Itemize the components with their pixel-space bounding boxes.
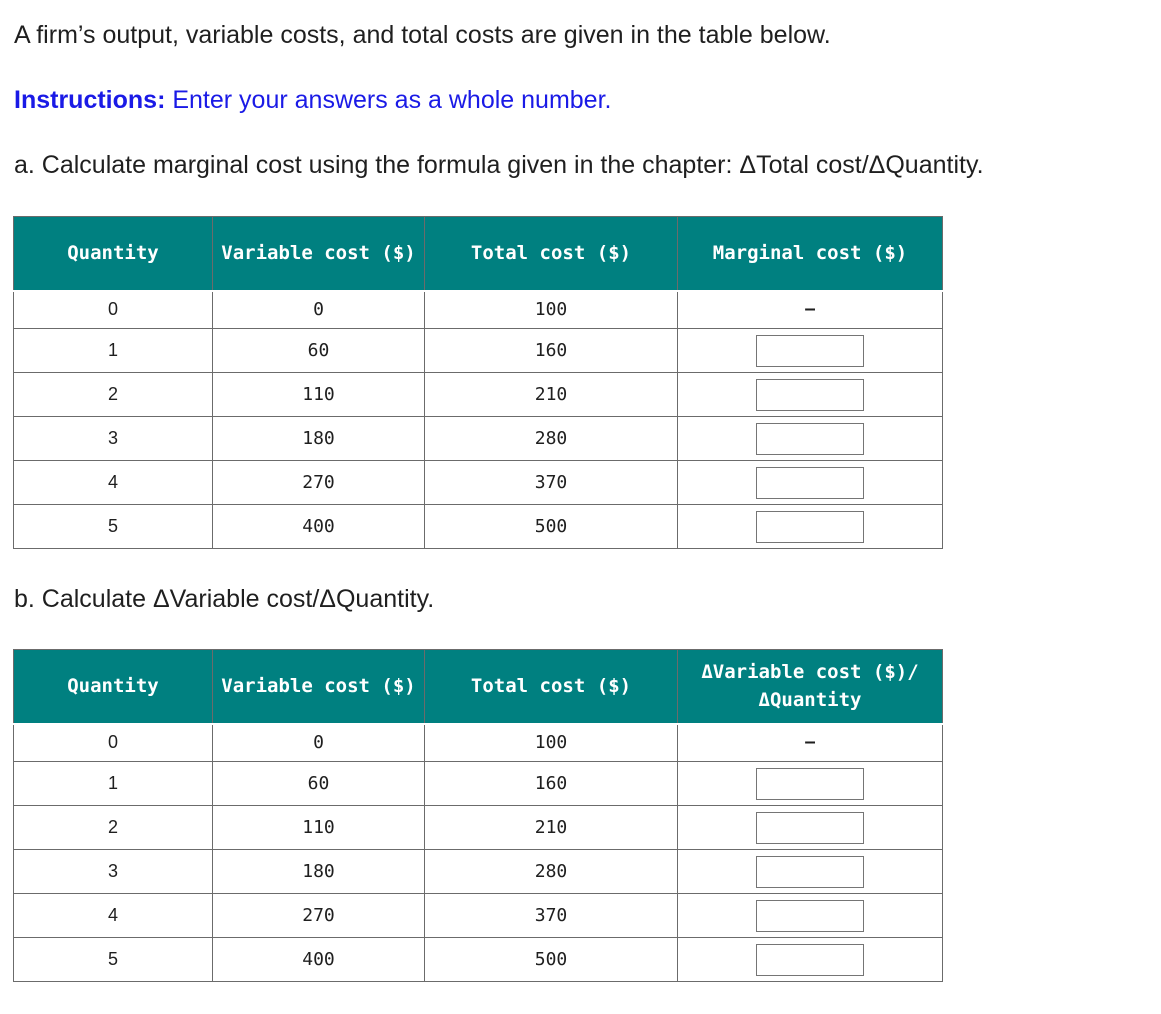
header-total-cost: Total cost ($) [424,649,678,725]
problem-intro: A firm’s output, variable costs, and tot… [14,21,831,49]
part-a-title: a. Calculate marginal cost using the for… [14,151,984,179]
instructions: Instructions: Enter your answers as a wh… [14,83,611,117]
marginal-cost-input-q4[interactable] [756,466,864,499]
quantity-cell: 3 [13,416,213,461]
header-delta-variable-cost: ΔVariable cost ($)/ ΔQuantity [677,649,943,725]
total-cost-cell: 500 [424,504,678,549]
instructions-lead: Instructions: [14,86,166,114]
table-row: 2 110 210 [13,372,943,417]
total-cost-cell: 100 [424,290,678,329]
marginal-cost-input-q2[interactable] [756,378,864,411]
table-row: 3 180 280 [13,849,943,894]
total-cost-cell: 160 [424,761,678,806]
quantity-cell: 1 [13,328,213,373]
table-row: 4 270 370 [13,460,943,505]
table-row: 0 0 100 – [13,290,943,329]
quantity-cell: 0 [13,723,213,762]
not-applicable-dash: – [804,298,816,321]
delta-variable-cost-cell [677,761,943,806]
delta-variable-cost-input-q3[interactable] [756,855,864,888]
variable-cost-cell: 0 [212,290,425,329]
quantity-cell: 5 [13,504,213,549]
marginal-cost-cell [677,328,943,373]
variable-cost-cell: 180 [212,849,425,894]
variable-cost-cell: 60 [212,328,425,373]
quantity-cell: 4 [13,460,213,505]
header-quantity: Quantity [13,216,213,292]
table-row: 1 60 160 [13,328,943,373]
quantity-cell: 0 [13,290,213,329]
total-cost-cell: 370 [424,460,678,505]
variable-cost-cell: 0 [212,723,425,762]
table-row: 3 180 280 [13,416,943,461]
variable-cost-cell: 110 [212,805,425,850]
variable-cost-change-table: Quantity Variable cost ($) Total cost ($… [13,649,943,982]
table-row: 5 400 500 [13,504,943,549]
delta-variable-cost-input-q1[interactable] [756,767,864,800]
header-marginal-cost: Marginal cost ($) [677,216,943,292]
marginal-cost-input-q1[interactable] [756,334,864,367]
total-cost-cell: 160 [424,328,678,373]
variable-cost-cell: 270 [212,460,425,505]
table-header-row: Quantity Variable cost ($) Total cost ($… [13,216,943,292]
delta-variable-cost-cell [677,805,943,850]
marginal-cost-cell [677,416,943,461]
delta-variable-cost-input-q5[interactable] [756,943,864,976]
delta-variable-cost-cell [677,893,943,938]
variable-cost-cell: 400 [212,504,425,549]
header-variable-cost: Variable cost ($) [212,216,425,292]
quantity-cell: 1 [13,761,213,806]
marginal-cost-table: Quantity Variable cost ($) Total cost ($… [13,216,943,549]
marginal-cost-cell [677,504,943,549]
table-row: 0 0 100 – [13,723,943,762]
total-cost-cell: 210 [424,372,678,417]
quantity-cell: 5 [13,937,213,982]
delta-variable-cost-input-q2[interactable] [756,811,864,844]
header-total-cost: Total cost ($) [424,216,678,292]
total-cost-cell: 280 [424,849,678,894]
marginal-cost-input-q3[interactable] [756,422,864,455]
variable-cost-cell: 60 [212,761,425,806]
delta-variable-cost-cell: – [677,723,943,762]
table-row: 1 60 160 [13,761,943,806]
marginal-cost-cell: – [677,290,943,329]
marginal-cost-cell [677,460,943,505]
variable-cost-cell: 270 [212,893,425,938]
marginal-cost-cell [677,372,943,417]
table-header-row: Quantity Variable cost ($) Total cost ($… [13,649,943,725]
table-row: 5 400 500 [13,937,943,982]
variable-cost-cell: 110 [212,372,425,417]
quantity-cell: 4 [13,893,213,938]
quantity-cell: 3 [13,849,213,894]
part-b-title: b. Calculate ΔVariable cost/ΔQuantity. [14,585,435,613]
total-cost-cell: 370 [424,893,678,938]
delta-variable-cost-input-q4[interactable] [756,899,864,932]
total-cost-cell: 500 [424,937,678,982]
table-row: 4 270 370 [13,893,943,938]
variable-cost-cell: 180 [212,416,425,461]
quantity-cell: 2 [13,372,213,417]
header-variable-cost: Variable cost ($) [212,649,425,725]
header-quantity: Quantity [13,649,213,725]
instructions-text: Enter your answers as a whole number. [165,86,612,114]
total-cost-cell: 100 [424,723,678,762]
not-applicable-dash: – [804,731,816,754]
quantity-cell: 2 [13,805,213,850]
table-row: 2 110 210 [13,805,943,850]
variable-cost-cell: 400 [212,937,425,982]
delta-variable-cost-cell [677,937,943,982]
delta-variable-cost-cell [677,849,943,894]
total-cost-cell: 210 [424,805,678,850]
marginal-cost-input-q5[interactable] [756,510,864,543]
total-cost-cell: 280 [424,416,678,461]
